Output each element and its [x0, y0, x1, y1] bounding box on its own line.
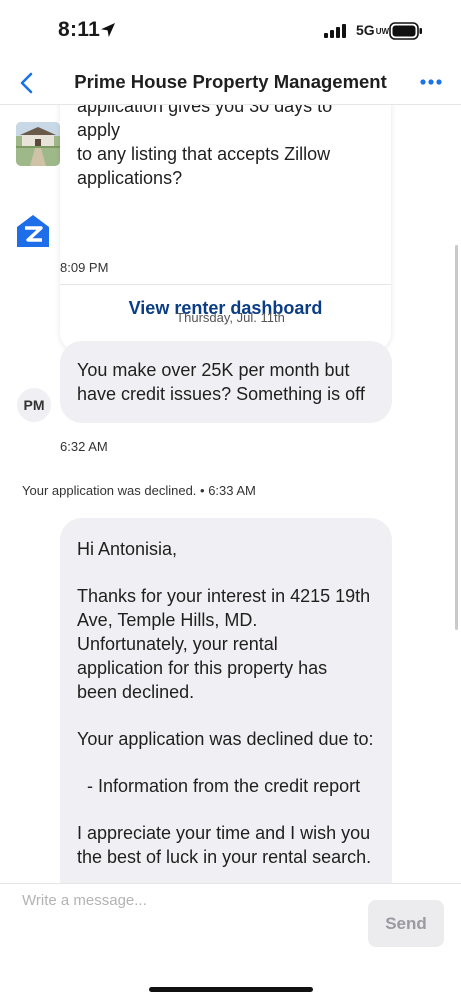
- property-thumbnail[interactable]: [16, 122, 60, 166]
- message-line: have credit issues? Something is off: [77, 384, 365, 404]
- message-line: You make over 25K per month but: [77, 360, 350, 380]
- compose-bar: Write a message... Send: [0, 883, 461, 1001]
- message-line: the best of luck in your rental search.: [77, 847, 372, 867]
- network-sub-label: UW: [375, 26, 390, 36]
- battery-icon: [389, 22, 422, 40]
- system-notice: Your application was declined. • 6:33 AM: [22, 483, 256, 498]
- house-photo-icon: [16, 122, 60, 166]
- cellular-signal-icon: [324, 24, 346, 38]
- card-line: applications?: [77, 168, 183, 188]
- message-line: Thanks for your interest in 4215 19th: [77, 586, 371, 606]
- send-button[interactable]: Send: [368, 900, 444, 947]
- date-separator: Thursday, Jul. 11th: [176, 310, 285, 325]
- conversation-header: Prime House Property Management: [0, 62, 461, 105]
- message-greeting: Hi Antonisia,: [77, 539, 178, 559]
- message-timestamp: 6:32 AM: [60, 439, 108, 454]
- network-type: 5GUW: [356, 22, 389, 38]
- card-text: application gives you 30 days to apply t…: [77, 105, 377, 190]
- network-label: 5G: [356, 22, 375, 38]
- home-indicator[interactable]: [149, 987, 313, 992]
- zillow-logo-icon: [17, 215, 49, 247]
- message-line: I appreciate your time and I wish you: [77, 823, 371, 843]
- message-line: been declined.: [77, 682, 195, 702]
- reason-item: - Information from the credit report: [77, 776, 361, 796]
- conversation-title: Prime House Property Management: [74, 71, 387, 92]
- status-bar: 8:11 5GUW: [0, 0, 461, 62]
- card-line: to any listing that accepts Zillow: [77, 144, 331, 164]
- ellipsis-icon[interactable]: [416, 70, 446, 94]
- message-line: Unfortunately, your rental: [77, 634, 278, 654]
- message-input[interactable]: Write a message...: [22, 892, 342, 909]
- card-divider: [60, 284, 391, 285]
- decline-message-bubble: Hi Antonisia, Thanks for your interest i…: [60, 518, 392, 883]
- location-arrow-icon: [101, 23, 115, 37]
- scrollbar[interactable]: [455, 245, 458, 630]
- reason-intro: Your application was declined due to:: [77, 729, 374, 749]
- message-line: application for this property has: [77, 658, 328, 678]
- incoming-message-bubble: You make over 25K per month but have cre…: [60, 341, 392, 423]
- status-time: 8:11: [58, 18, 101, 41]
- message-line: Ave, Temple Hills, MD.: [77, 610, 258, 630]
- avatar[interactable]: PM: [17, 388, 51, 422]
- message-timestamp: 8:09 PM: [60, 260, 109, 275]
- card-line: application gives you 30 days to apply: [77, 105, 333, 140]
- message-list[interactable]: application gives you 30 days to apply t…: [0, 105, 461, 883]
